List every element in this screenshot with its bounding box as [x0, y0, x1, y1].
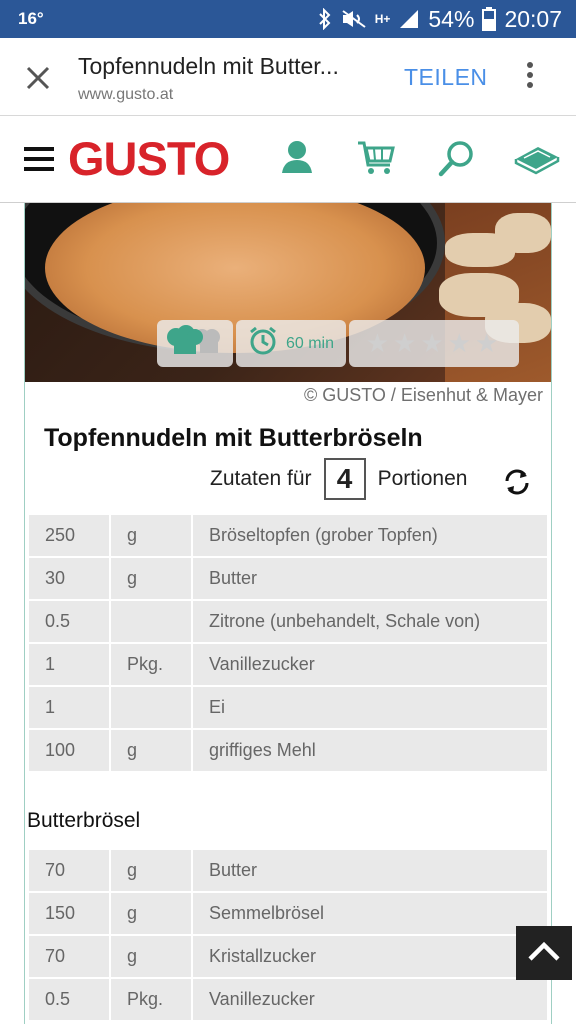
ingredient-amount: 150	[27, 891, 111, 936]
page-title: Topfennudeln mit Butter...	[78, 53, 339, 79]
hamburger-menu-icon[interactable]	[24, 147, 54, 171]
cooking-time: 60 min	[285, 334, 335, 352]
ingredient-row: 150 g Semmelbrösel	[27, 891, 549, 936]
magazine-icon[interactable]	[514, 139, 560, 180]
ingredient-unit: g	[109, 728, 193, 773]
ingredient-row: 250 g Bröseltopfen (grober Topfen)	[27, 513, 549, 558]
battery-icon	[482, 7, 497, 31]
portions-input[interactable]: 4	[323, 458, 366, 500]
share-button[interactable]: TEILEN	[404, 64, 488, 91]
bluetooth-icon	[317, 8, 333, 30]
ingredient-unit: g	[109, 848, 193, 893]
ingredient-name: Butter	[191, 848, 549, 893]
ingredient-amount: 1	[27, 642, 111, 687]
ingredient-unit: g	[109, 513, 193, 558]
ingredient-amount: 0.5	[27, 599, 111, 644]
recipe-title: Topfennudeln mit Butterbröseln	[44, 424, 423, 452]
ingredient-amount: 0.5	[27, 977, 111, 1022]
ingredient-amount: 250	[27, 513, 111, 558]
ingredient-amount: 1	[27, 685, 111, 730]
ingredient-name: Zitrone (unbehandelt, Schale von)	[191, 599, 549, 644]
ingredient-amount: 100	[27, 728, 111, 773]
browser-tab-bar: Topfennudeln mit Butter... www.gusto.at …	[0, 38, 576, 116]
ingredient-row: 70 g Kristallzucker	[27, 934, 549, 979]
ingredient-unit	[109, 685, 193, 730]
ingredient-name: Bröseltopfen (grober Topfen)	[191, 513, 549, 558]
mute-icon	[341, 9, 367, 29]
ingredient-amount: 70	[27, 934, 111, 979]
battery-percent: 54%	[428, 5, 475, 32]
ingredient-name: Butter	[191, 556, 549, 601]
site-logo[interactable]: GUSTO	[68, 133, 230, 185]
ingredient-row: 100 g griffiges Mehl	[27, 728, 549, 773]
status-bar: 16° H+ 54% 20:07	[0, 0, 576, 38]
difficulty-badge	[157, 320, 233, 367]
section-title: Butterbrösel	[27, 809, 141, 832]
ingredient-unit: Pkg.	[109, 642, 193, 687]
site-header: GUSTO	[0, 117, 576, 203]
ingredient-unit	[109, 599, 193, 644]
ingredient-row: 1 Ei	[27, 685, 549, 730]
photo-credit: © GUSTO / Eisenhut & Mayer	[303, 385, 543, 405]
ingredient-row: 0.5 Zitrone (unbehandelt, Schale von)	[27, 599, 549, 644]
ingredient-row: 30 g Butter	[27, 556, 549, 601]
temperature-text: 16°	[18, 9, 44, 28]
ingredient-row: 0.5 Pkg. Vanillezucker	[27, 977, 549, 1022]
ingredients-table: 250 g Bröseltopfen (grober Topfen) 30 g Butte…	[27, 513, 549, 773]
ingredient-amount: 70	[27, 848, 111, 893]
ingredient-name: Vanillezucker	[191, 977, 549, 1022]
recipe-info-bar: 60 min ★★★★★	[157, 320, 519, 367]
ingredient-name: Ei	[191, 685, 549, 730]
ingredient-amount: 30	[27, 556, 111, 601]
ingredient-row: 1 Pkg. Vanillezucker	[27, 642, 549, 687]
cart-icon[interactable]	[356, 139, 396, 182]
star-icons: ★★★★★	[365, 328, 503, 358]
rating-stars[interactable]: ★★★★★	[349, 320, 519, 367]
scroll-to-top-button[interactable]	[516, 926, 572, 980]
portions-suffix: Portionen	[377, 467, 468, 490]
ingredient-unit: g	[109, 891, 193, 936]
ingredient-unit: g	[109, 556, 193, 601]
user-icon[interactable]	[280, 139, 314, 180]
clock-time: 20:07	[504, 5, 562, 32]
close-icon[interactable]	[22, 62, 54, 94]
alarm-clock-icon	[248, 326, 278, 361]
search-icon[interactable]	[438, 139, 476, 182]
ingredient-name: Vanillezucker	[191, 642, 549, 687]
ingredient-unit: g	[109, 934, 193, 979]
chevron-up-icon	[527, 940, 561, 967]
overflow-menu-icon[interactable]	[522, 62, 538, 92]
ingredient-name: Semmelbrösel	[191, 891, 549, 936]
cooking-time-badge: 60 min	[236, 320, 346, 367]
portions-prefix: Zutaten für	[210, 467, 312, 490]
ingredient-row: 70 g Butter	[27, 848, 549, 893]
ingredient-unit: Pkg.	[109, 977, 193, 1022]
page-url: www.gusto.at	[78, 86, 174, 103]
portion-selector: Zutaten für 4 Portionen	[210, 458, 467, 500]
signal-icon	[398, 8, 420, 30]
ingredient-name: Kristallzucker	[191, 934, 549, 979]
chef-hat-icon	[166, 325, 224, 362]
recipe-card: 60 min ★★★★★ © GUSTO / Eisenhut & Mayer …	[24, 203, 552, 1024]
ingredient-name: griffiges Mehl	[191, 728, 549, 773]
ingredients-table-butterbroesel: 70 g Butter 150 g Semmelbrösel 70 g Kristallzuck…	[27, 848, 549, 1022]
recipe-photo: 60 min ★★★★★	[25, 203, 551, 382]
network-type-label: H+	[374, 12, 391, 26]
status-icons: H+ 54% 20:07	[317, 4, 562, 34]
refresh-icon[interactable]	[503, 468, 531, 496]
